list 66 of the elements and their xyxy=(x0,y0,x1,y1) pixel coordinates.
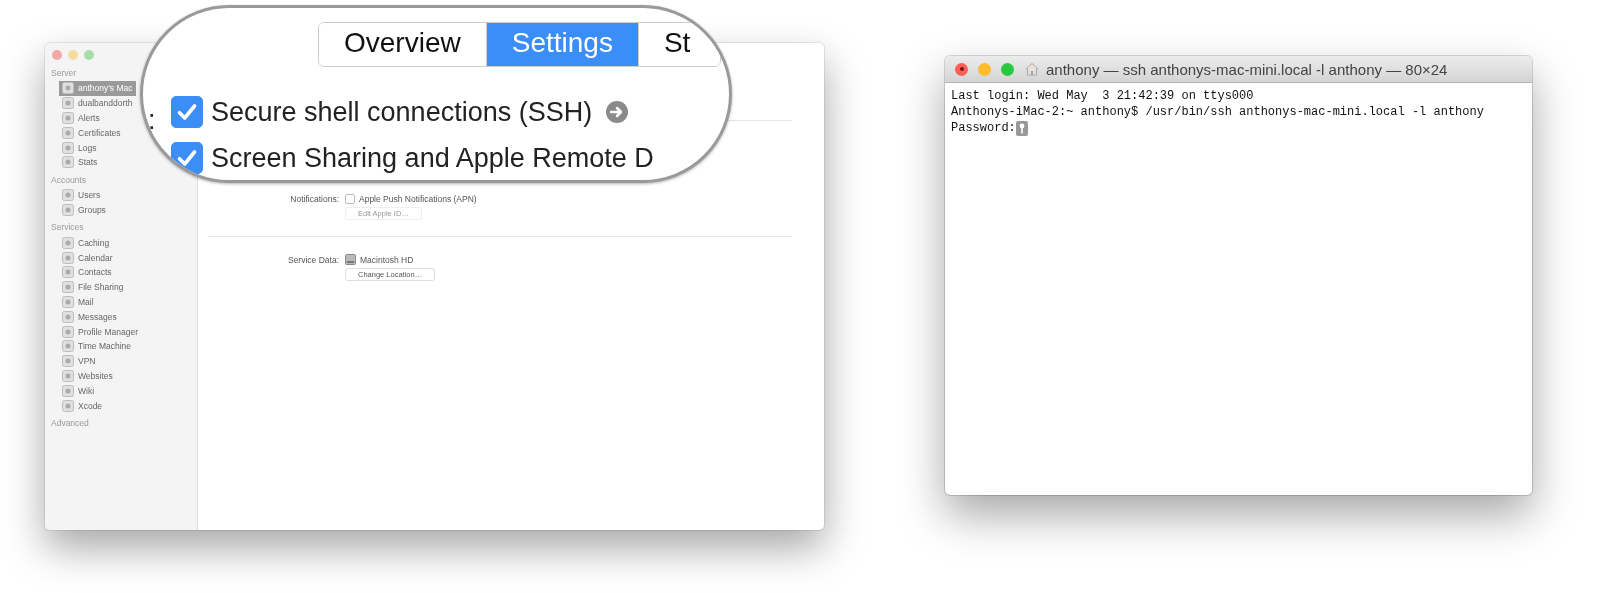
app-icon xyxy=(62,236,74,249)
tab[interactable]: Overview xyxy=(319,23,487,66)
field-label: Notifications: xyxy=(289,194,339,204)
label-fragment: : xyxy=(148,105,156,136)
close-button[interactable] xyxy=(955,62,968,76)
sidebar-item[interactable]: Calendar xyxy=(59,250,116,265)
app-icon xyxy=(62,126,74,139)
sidebar-item[interactable]: Mail xyxy=(59,294,97,310)
checkbox[interactable] xyxy=(171,96,203,128)
sidebar-item[interactable]: Websites xyxy=(59,368,116,384)
minimize-button[interactable] xyxy=(978,62,991,76)
sidebar-item[interactable]: Certificates xyxy=(59,125,124,141)
sidebar-item[interactable]: Alerts xyxy=(59,110,103,126)
section-heading: Server xyxy=(50,67,78,80)
app-icon xyxy=(62,325,74,338)
checkbox[interactable] xyxy=(345,194,355,204)
sidebar-item[interactable]: Users xyxy=(59,187,104,203)
app-icon xyxy=(62,295,74,308)
field-label: Service Data: xyxy=(286,254,339,265)
section-heading: Accounts xyxy=(50,173,87,187)
sidebar-item[interactable]: Xcode xyxy=(59,398,106,413)
sidebar-item[interactable]: Groups xyxy=(59,202,109,218)
app-icon xyxy=(62,384,74,397)
checkbox-label: Screen Sharing and Apple Remote D xyxy=(211,142,654,174)
app-icon xyxy=(62,281,74,294)
terminal-line: Password: xyxy=(951,120,1016,136)
sidebar-item[interactable]: Logs xyxy=(59,140,100,155)
checkbox[interactable] xyxy=(171,142,203,174)
section-heading: Services xyxy=(50,221,85,235)
terminal-line: Anthonys-iMac-2:~ anthony$ /usr/bin/ssh anthonys-mac-mini.local -l anthony xyxy=(951,104,1484,120)
app-icon xyxy=(62,251,74,264)
home-icon xyxy=(1024,61,1040,77)
sidebar-item[interactable]: Contacts xyxy=(59,264,115,280)
sidebar-item[interactable]: Messages xyxy=(59,309,120,325)
sidebar-item[interactable]: dualbanddorth xyxy=(59,95,136,111)
zoom-button[interactable] xyxy=(1001,62,1014,76)
sidebar-item[interactable]: VPN xyxy=(59,353,99,369)
window-title: anthony — ssh anthonys-mac-mini.local -l anthony — 80×24 xyxy=(1046,60,1448,78)
app-icon xyxy=(62,340,74,353)
minimize-button[interactable] xyxy=(68,49,78,60)
app-icon xyxy=(62,369,74,382)
sidebar-item[interactable]: File Sharing xyxy=(59,279,127,295)
terminal-line: Last login: Wed May 3 21:42:39 on ttys000 xyxy=(951,88,1254,104)
app-icon xyxy=(62,156,74,169)
app-icon xyxy=(62,112,74,124)
sidebar-item[interactable]: Wiki xyxy=(59,383,98,399)
app-icon xyxy=(62,203,74,216)
checkbox-label: Apple Push Notifications (APN) xyxy=(359,194,477,204)
sidebar-item[interactable]: Stats xyxy=(59,155,101,170)
app-icon xyxy=(62,355,74,368)
tab[interactable]: Settings xyxy=(486,23,639,66)
app-icon xyxy=(62,310,74,323)
zoom-button[interactable] xyxy=(84,49,94,60)
app-icon xyxy=(62,189,74,202)
sidebar-item[interactable]: Caching xyxy=(59,235,113,251)
app-icon xyxy=(62,82,74,95)
app-icon xyxy=(62,141,74,154)
checkbox-label: Secure shell connections (SSH) xyxy=(211,96,593,128)
app-icon xyxy=(62,97,74,110)
app-icon xyxy=(62,266,74,279)
sidebar-item[interactable]: Time Machine xyxy=(59,338,135,354)
key-icon xyxy=(1015,120,1028,136)
app-icon xyxy=(62,399,74,412)
sidebar-item[interactable]: Profile Manager xyxy=(59,324,141,339)
section-heading: Advanced xyxy=(50,416,90,430)
disk-name: Macintosh HD xyxy=(360,254,414,265)
